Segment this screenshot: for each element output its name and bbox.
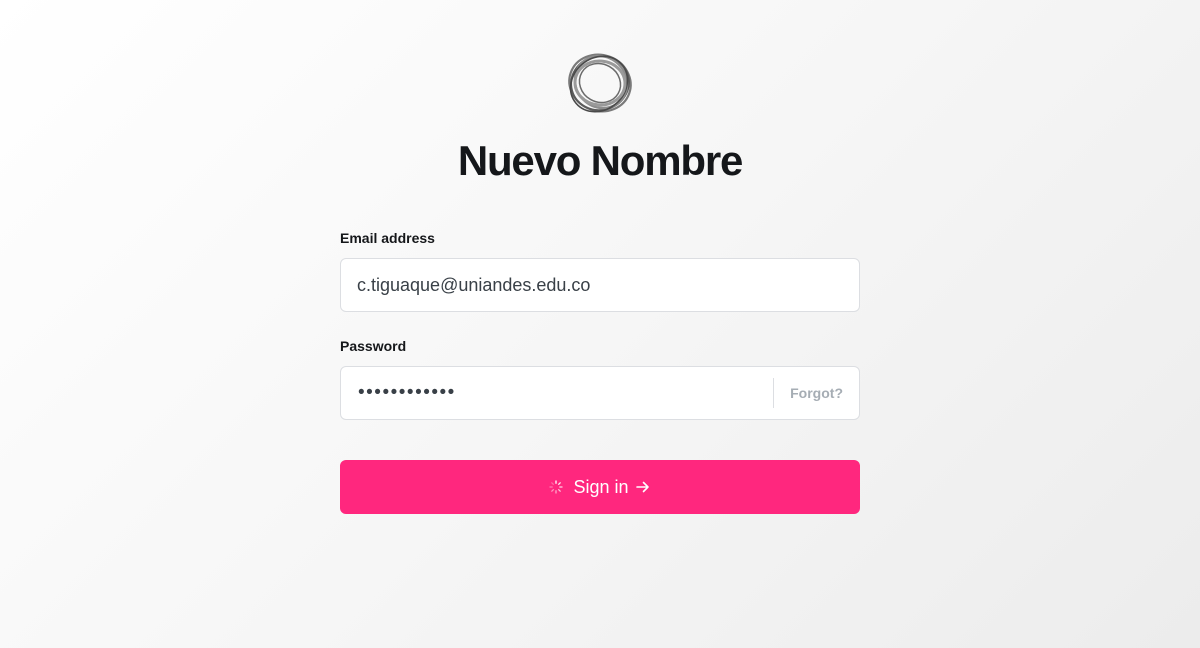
email-label: Email address — [340, 230, 435, 246]
spinner-icon — [549, 480, 564, 494]
signin-label: Sign in — [573, 476, 629, 497]
email-value[interactable]: c.tiguaque@uniandes.edu.co — [341, 275, 590, 296]
ring-logo-icon — [568, 53, 632, 113]
site-title: Nuevo Nombre — [457, 137, 744, 184]
password-field[interactable]: •••••••••••• Forgot? — [340, 366, 860, 420]
email-field[interactable]: c.tiguaque@uniandes.edu.co — [340, 258, 860, 312]
arrow-right-icon — [635, 481, 649, 493]
signin-form: Email address c.tiguaque@uniandes.edu.co… — [340, 228, 860, 514]
forgot-password-link[interactable]: Forgot? — [774, 385, 859, 401]
password-value[interactable]: •••••••••••• — [341, 382, 773, 404]
signin-button[interactable]: Sign in — [340, 460, 860, 514]
password-label: Password — [340, 338, 407, 354]
